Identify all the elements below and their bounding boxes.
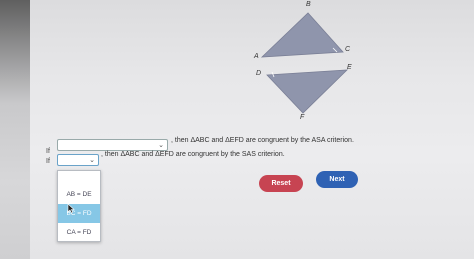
vertex-d-label: D (256, 70, 262, 77)
vertex-e-label: E (347, 64, 352, 71)
chevron-down-icon: ⌄ (89, 157, 95, 164)
if-label-sas: If (46, 158, 50, 165)
asa-statement-text: , then ΔABC and ΔEFD are congruent by th… (171, 137, 354, 144)
next-button[interactable]: Next (316, 171, 358, 188)
option-ca-fd[interactable]: CA = FD (58, 223, 100, 242)
chevron-down-icon: ⌄ (158, 142, 164, 149)
triangle-efd (266, 69, 349, 114)
vertex-f-label: F (300, 114, 305, 121)
sas-statement-text: , then ΔABC and ΔEFD are congruent by th… (101, 151, 285, 158)
mouse-cursor-icon (67, 203, 75, 214)
vertex-a-label: A (254, 53, 259, 60)
sas-condition-select[interactable]: ⌄ (57, 154, 99, 166)
triangle-abc (260, 12, 344, 58)
vertex-c-label: C (345, 46, 351, 53)
reset-button[interactable]: Reset (259, 175, 303, 192)
option-bc-fd[interactable]: BC = FD (58, 204, 100, 223)
sas-dropdown-list: AB = DE BC = FD CA = FD (57, 170, 101, 242)
triangle-figure (260, 12, 349, 114)
option-ab-de[interactable]: AB = DE (58, 185, 100, 204)
vertex-b-label: B (306, 1, 311, 8)
asa-condition-select[interactable]: ⌄ (57, 139, 168, 151)
if-label-asa: If (46, 148, 50, 155)
